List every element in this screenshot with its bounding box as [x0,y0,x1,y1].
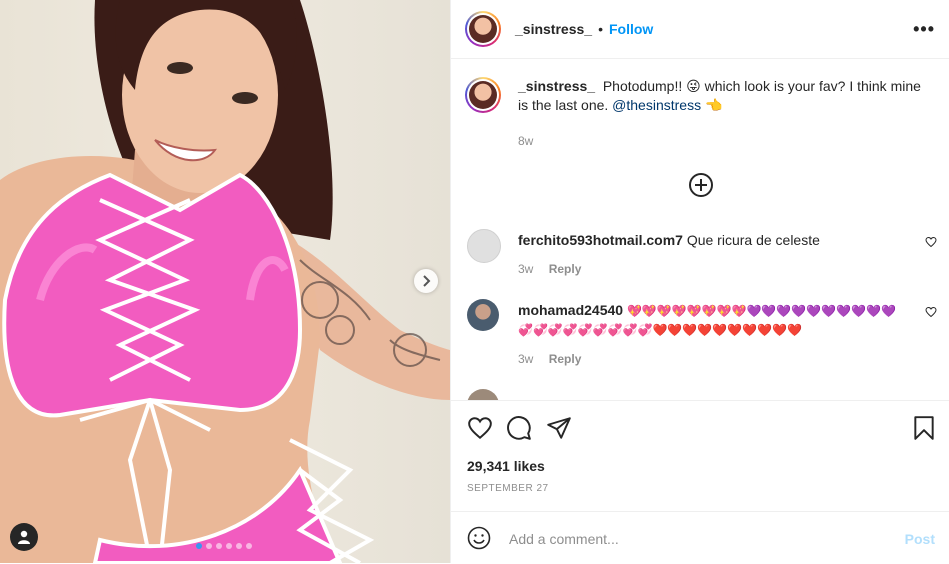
post-date[interactable]: SEPTEMBER 27 [467,483,549,494]
header-separator: • [598,21,603,37]
post-comment-button[interactable]: Post [905,531,935,547]
carousel-dot [236,543,242,549]
avatar[interactable] [465,11,501,47]
more-icon: ••• [913,18,935,39]
next-slide-button[interactable] [414,269,438,293]
comment-actions: 3w Reply [518,352,581,366]
header-username[interactable]: _sinstress_ [515,21,592,37]
post-photo [0,0,450,563]
more-options-button[interactable]: ••• [913,19,935,40]
comment-like-icon[interactable] [925,236,937,248]
add-circle-icon[interactable] [688,172,714,198]
caption-avatar[interactable] [465,77,501,113]
carousel-dot [246,543,252,549]
comment-text: Que ricura de celeste [686,232,820,248]
add-comment-input[interactable] [507,526,871,552]
comment-timestamp[interactable]: 3w [518,262,533,276]
comment-timestamp[interactable]: 3w [518,352,533,366]
share-icon[interactable] [546,415,572,441]
carousel-dot [206,543,212,549]
avatar-image [469,15,497,43]
carousel-dot [226,543,232,549]
caption-username[interactable]: _sinstress_ [518,78,595,94]
chevron-right-icon [423,275,431,287]
comments-list[interactable]: _sinstress_ Photodump!! 😜 which look is … [451,59,949,400]
comment-username[interactable]: ferchito593hotmail.com7 [518,232,683,248]
caption: _sinstress_ Photodump!! 😜 which look is … [465,77,935,115]
action-bar [451,400,949,457]
bookmark-icon[interactable] [911,415,937,441]
comment-body: ferchito593hotmail.com7 Que ricura de ce… [518,231,898,249]
add-comment-bar: Post [451,511,949,564]
comment-avatar[interactable] [467,299,499,331]
comment-actions: 3w Reply [518,262,581,276]
likes-count[interactable]: 29,341 likes [467,458,545,474]
comment-avatar[interactable] [467,389,499,400]
comment-avatar[interactable] [467,229,501,263]
emoji-icon[interactable] [467,526,491,550]
post-header: _sinstress_ • Follow ••• [451,0,949,59]
comment-username[interactable]: mohamad24540 [518,302,623,318]
tagged-users-button[interactable] [10,523,38,551]
heart-icon[interactable] [467,415,493,441]
carousel-dot [196,543,202,549]
follow-button[interactable]: Follow [609,21,653,37]
carousel-indicator [196,543,252,549]
caption-trail: 👈 [701,97,723,113]
reply-button[interactable]: Reply [549,262,582,276]
comment-like-icon[interactable] [925,306,937,318]
comment-body: mohamad24540 💖💖💖💖💖💖💖💖💜💜💜💜💜💜💜💜💜💜💞💞💞💞💞💞💞💞💞… [518,301,898,339]
post-sidebar: _sinstress_ • Follow ••• _sinstress_ Pho… [450,0,949,563]
carousel-dot [216,543,222,549]
avatar-image [469,81,497,109]
post-media[interactable] [0,0,450,563]
user-tag-icon [18,530,30,544]
comment-icon[interactable] [506,415,532,441]
caption-mention[interactable]: @thesinstress [612,97,701,113]
reply-button[interactable]: Reply [549,352,582,366]
caption-text: _sinstress_ Photodump!! 😜 which look is … [518,77,928,115]
caption-timestamp[interactable]: 8w [518,134,533,148]
